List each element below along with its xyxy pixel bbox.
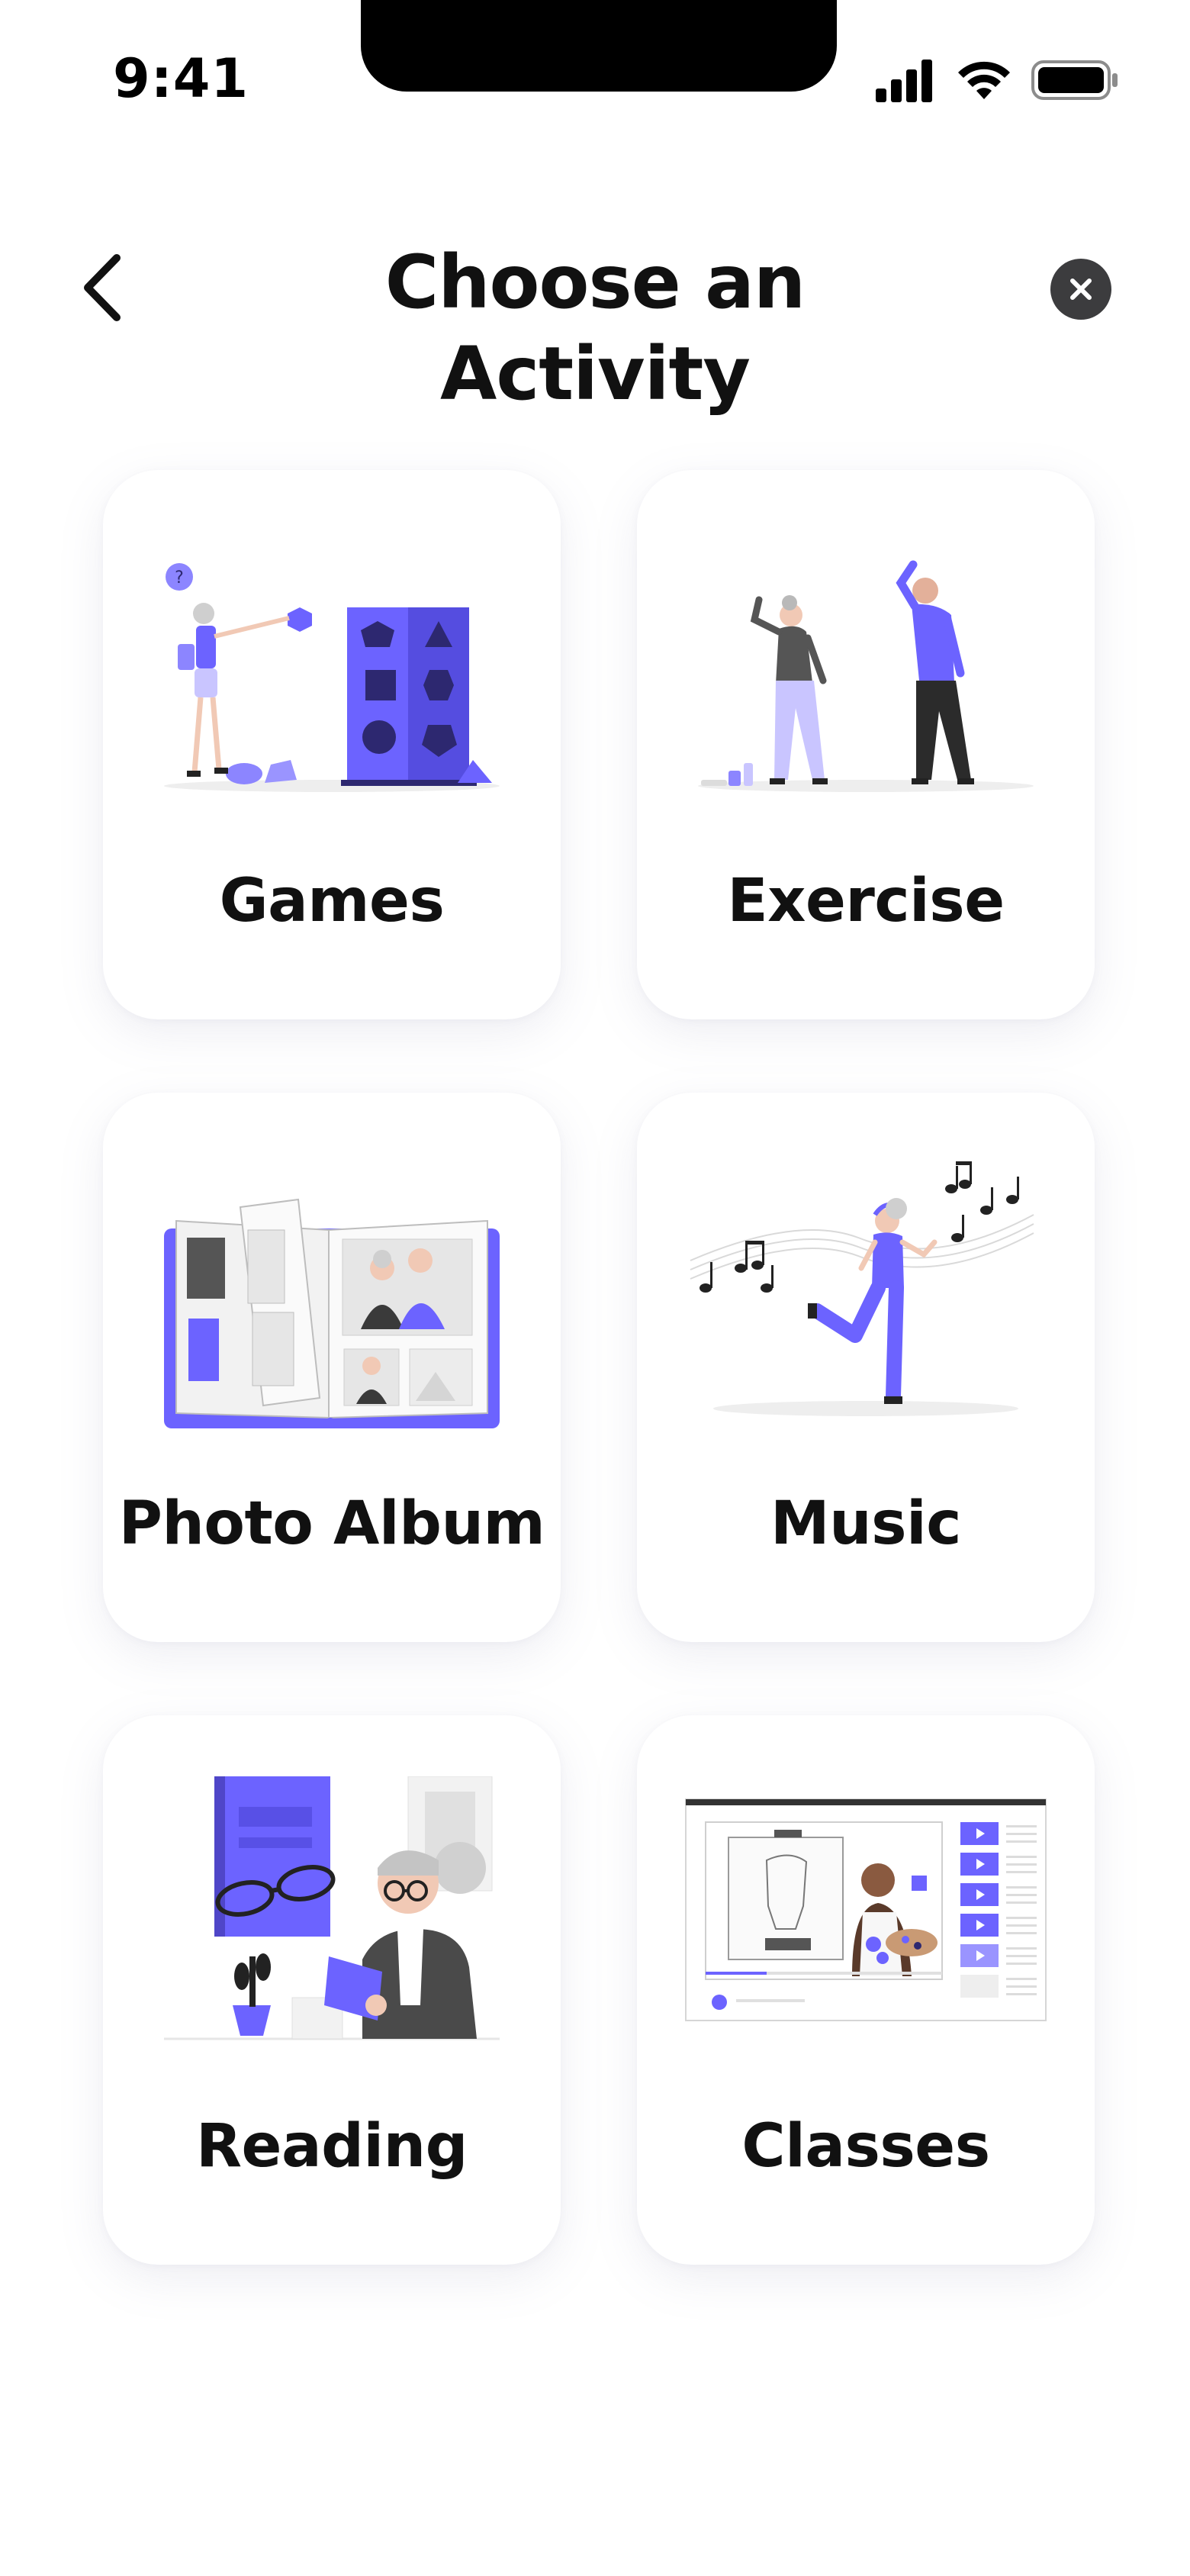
cellular-signal-icon <box>876 60 932 102</box>
status-time: 9:41 <box>113 47 249 110</box>
close-icon <box>1070 279 1092 300</box>
back-button[interactable] <box>69 246 137 330</box>
reading-woman-illustration <box>164 1776 500 2040</box>
activity-card-games[interactable]: ? Games <box>103 470 561 1019</box>
activity-card-music[interactable]: Music <box>637 1093 1095 1642</box>
activity-label: Exercise <box>727 867 1005 935</box>
activity-card-classes[interactable]: Classes <box>637 1715 1095 2265</box>
activity-card-reading[interactable]: Reading <box>103 1715 561 2265</box>
battery-icon <box>1031 60 1118 100</box>
status-bar: 9:41 <box>0 0 1190 122</box>
shape-sorter-illustration: ? <box>164 563 500 792</box>
activity-card-exercise[interactable]: Exercise <box>637 470 1095 1019</box>
activity-label: Games <box>219 867 445 935</box>
activity-label: Reading <box>195 2112 468 2181</box>
page-title: Choose an Activity <box>384 240 806 417</box>
online-class-illustration <box>685 1798 1047 2021</box>
activity-label: Music <box>770 1489 962 1558</box>
activity-label: Classes <box>741 2112 990 2181</box>
activity-card-photo-album[interactable]: Photo Album <box>103 1093 561 1642</box>
chevron-left-icon <box>84 254 121 321</box>
photo-album-illustration <box>164 1198 500 1428</box>
svg-text:?: ? <box>175 568 184 588</box>
status-icons <box>876 56 1120 104</box>
activity-label: Photo Album <box>118 1489 545 1558</box>
wifi-icon <box>958 61 1010 99</box>
device-notch <box>361 0 837 92</box>
close-button[interactable] <box>1050 259 1111 320</box>
dancing-music-illustration <box>690 1161 1034 1416</box>
stretching-couple-illustration <box>698 560 1034 792</box>
